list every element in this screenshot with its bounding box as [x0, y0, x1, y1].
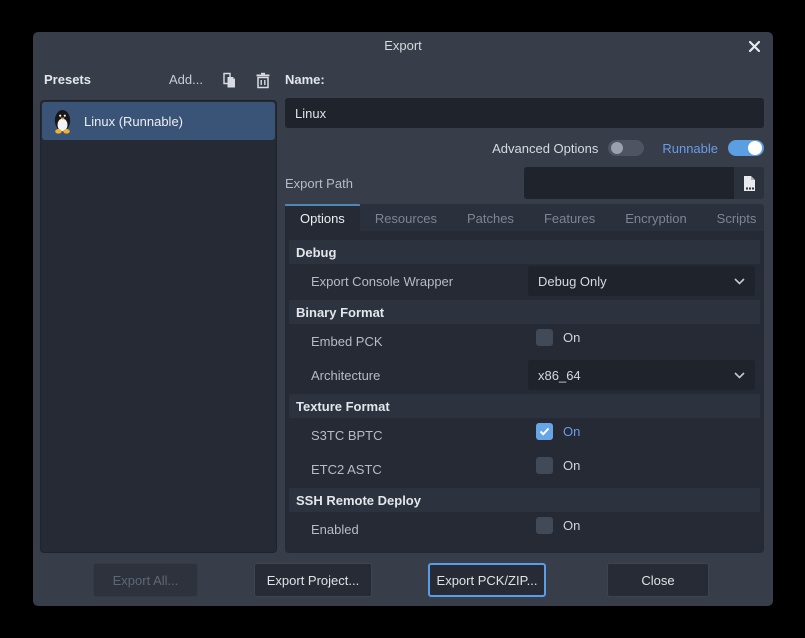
chevron-down-icon [734, 278, 745, 285]
toggle-knob [611, 142, 623, 154]
advanced-options-label: Advanced Options [492, 141, 598, 156]
option-label: Export Console Wrapper [311, 274, 453, 289]
option-label: Enabled [311, 522, 359, 537]
checkbox-text: On [563, 424, 580, 439]
preset-item-label: Linux (Runnable) [84, 114, 183, 129]
option-row-enabled: Enabled On [289, 514, 760, 544]
section-header-texture-format: Texture Format [289, 394, 760, 418]
export-tabs: Options Resources Patches Features Encry… [285, 204, 764, 231]
checkbox-unchecked [536, 457, 553, 474]
export-dialog: Export Presets Add... Name: [33, 32, 773, 606]
export-path-label: Export Path [285, 176, 353, 191]
file-icon [742, 175, 757, 192]
linux-tux-icon [51, 108, 74, 134]
runnable-toggle[interactable] [728, 140, 764, 156]
tab-options[interactable]: Options [285, 204, 360, 231]
export-project-button[interactable]: Export Project... [254, 563, 372, 597]
checkbox-text: On [563, 518, 580, 533]
checkbox-unchecked [536, 517, 553, 534]
name-input[interactable] [285, 98, 764, 128]
architecture-dropdown[interactable]: x86_64 [528, 360, 755, 390]
checkbox-unchecked [536, 329, 553, 346]
runnable-label: Runnable [662, 141, 718, 156]
option-row-architecture: Architecture x86_64 [289, 360, 760, 390]
close-dialog-button[interactable]: Close [607, 563, 709, 597]
export-pck-zip-button[interactable]: Export PCK/ZIP... [428, 563, 546, 597]
checkbox-text: On [563, 330, 580, 345]
option-label: Architecture [311, 368, 380, 383]
dropdown-value: Debug Only [538, 274, 607, 289]
close-icon [748, 40, 761, 53]
tab-scripts[interactable]: Scripts [702, 204, 772, 231]
delete-preset-button[interactable] [253, 70, 273, 90]
etc2-astc-checkbox[interactable]: On [536, 457, 580, 474]
section-header-debug: Debug [289, 240, 760, 264]
option-row-embed-pck: Embed PCK On [289, 326, 760, 356]
ssh-enabled-checkbox[interactable]: On [536, 517, 580, 534]
duplicate-preset-button[interactable] [219, 70, 239, 90]
tab-patches[interactable]: Patches [452, 204, 529, 231]
header-toggles-row: Advanced Options Runnable [285, 136, 764, 160]
duplicate-icon [221, 72, 238, 89]
option-label: S3TC BPTC [311, 428, 383, 443]
export-all-button[interactable]: Export All... [93, 563, 198, 597]
checkbox-checked [536, 423, 553, 440]
checkbox-text: On [563, 458, 580, 473]
section-header-ssh-remote-deploy: SSH Remote Deploy [289, 488, 760, 512]
add-preset-button[interactable]: Add... [169, 72, 203, 87]
dialog-titlebar: Export [33, 32, 773, 58]
options-panel: Debug Export Console Wrapper Debug Only … [285, 231, 764, 553]
option-row-etc2-astc: ETC2 ASTC On [289, 454, 760, 484]
name-label: Name: [285, 72, 325, 87]
tab-resources[interactable]: Resources [360, 204, 452, 231]
export-console-wrapper-dropdown[interactable]: Debug Only [528, 266, 755, 296]
dialog-title: Export [33, 38, 773, 53]
tab-features[interactable]: Features [529, 204, 610, 231]
preset-list: Linux (Runnable) [40, 100, 277, 553]
embed-pck-checkbox[interactable]: On [536, 329, 580, 346]
s3tc-bptc-checkbox[interactable]: On [536, 423, 580, 440]
dropdown-value: x86_64 [538, 368, 581, 383]
option-row-export-console-wrapper: Export Console Wrapper Debug Only [289, 266, 760, 296]
export-path-browse-button[interactable] [734, 167, 764, 199]
presets-header: Presets [44, 72, 91, 87]
advanced-options-toggle[interactable] [608, 140, 644, 156]
tab-encryption[interactable]: Encryption [610, 204, 701, 231]
trash-icon [255, 72, 271, 89]
option-label: Embed PCK [311, 334, 383, 349]
export-path-group [524, 167, 764, 199]
export-path-input[interactable] [524, 167, 734, 199]
preset-item-linux[interactable]: Linux (Runnable) [42, 102, 275, 140]
option-label: ETC2 ASTC [311, 462, 382, 477]
close-button[interactable] [745, 37, 763, 55]
section-header-binary-format: Binary Format [289, 300, 760, 324]
option-row-s3tc-bptc: S3TC BPTC On [289, 420, 760, 450]
chevron-down-icon [734, 372, 745, 379]
toggle-knob [748, 141, 762, 155]
checkmark-icon [539, 427, 550, 436]
dialog-footer: Export All... Export Project... Export P… [33, 563, 773, 597]
